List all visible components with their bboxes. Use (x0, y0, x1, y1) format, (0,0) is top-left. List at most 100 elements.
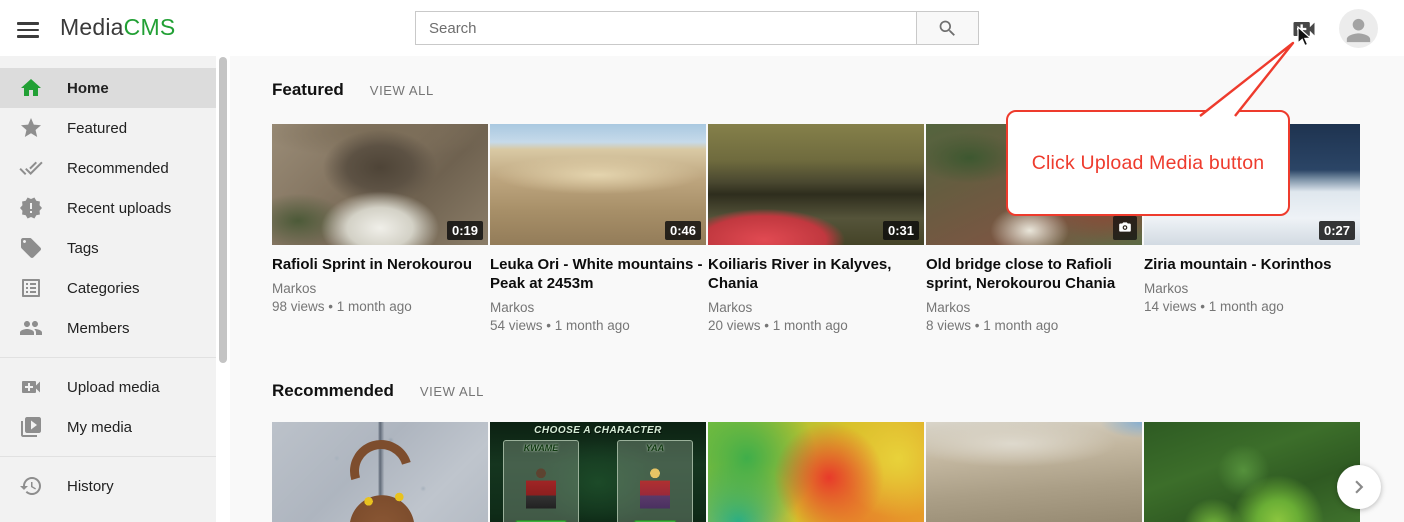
video-author: Markos (926, 299, 1142, 317)
search-icon (937, 18, 958, 39)
duration-badge: 0:46 (665, 221, 701, 240)
video-title[interactable]: Leuka Ori - White mountains - Peak at 24… (490, 255, 706, 293)
game-character-panel: KWAME Selected (503, 440, 579, 522)
video-thumbnail[interactable]: 0:19 (272, 124, 488, 245)
recommended-section-header: Recommended VIEW ALL (272, 381, 484, 401)
video-card[interactable] (926, 422, 1142, 522)
tag-icon (19, 236, 43, 260)
video-card[interactable] (272, 422, 488, 522)
search-bar (415, 11, 979, 45)
sidebar: Home Featured Recommended Recent uploads… (0, 56, 216, 522)
duration-badge: 0:27 (1319, 221, 1355, 240)
game-character-name: YAA (618, 443, 692, 453)
sidebar-item-label: Members (67, 320, 130, 337)
search-button[interactable] (916, 11, 979, 45)
new-releases-icon (19, 196, 43, 220)
video-info: Leuka Ori - White mountains - Peak at 24… (490, 255, 706, 335)
video-meta: 98 views • 1 month ago (272, 298, 488, 316)
mouse-cursor (1297, 26, 1314, 49)
featured-section-header: Featured VIEW ALL (272, 80, 434, 100)
callout-tooltip: Click Upload Media button (1006, 110, 1290, 216)
video-card[interactable]: 0:19 Rafioli Sprint in Nerokourou Markos… (272, 124, 488, 335)
video-meta: 20 views • 1 month ago (708, 317, 924, 335)
sidebar-item-recommended[interactable]: Recommended (0, 148, 216, 188)
video-card[interactable] (1144, 422, 1360, 522)
sidebar-item-label: Home (67, 80, 109, 97)
video-meta: 8 views • 1 month ago (926, 317, 1142, 335)
chevron-right-icon (1346, 474, 1372, 500)
recommended-cards-row: CHOOSE A CHARACTER KWAME Selected YAA Se… (272, 422, 1360, 522)
logo-cms-text: CMS (124, 14, 176, 40)
logo[interactable]: MediaCMS (60, 14, 175, 41)
video-title[interactable]: Rafioli Sprint in Nerokourou (272, 255, 488, 274)
sidebar-item-recent-uploads[interactable]: Recent uploads (0, 188, 216, 228)
duration-badge: 0:31 (883, 221, 919, 240)
video-library-icon (19, 415, 43, 439)
view-all-link[interactable]: VIEW ALL (370, 83, 434, 98)
video-author: Markos (708, 299, 924, 317)
video-thumbnail[interactable] (1144, 422, 1360, 522)
video-title[interactable]: Koiliaris River in Kalyves, Chania (708, 255, 924, 293)
sidebar-item-history[interactable]: History (0, 466, 216, 506)
user-avatar[interactable] (1339, 9, 1378, 48)
sidebar-item-label: My media (67, 419, 132, 436)
sidebar-divider (0, 357, 216, 358)
section-title: Recommended (272, 381, 394, 401)
done-all-icon (19, 156, 43, 180)
video-author: Markos (1144, 280, 1360, 298)
sidebar-item-label: Tags (67, 240, 99, 257)
search-input[interactable] (415, 11, 917, 45)
video-card[interactable] (708, 422, 924, 522)
video-info: Ziria mountain - Korinthos Markos 14 vie… (1144, 255, 1360, 316)
game-character-art (640, 465, 670, 509)
history-icon (19, 474, 43, 498)
video-card[interactable]: 0:46 Leuka Ori - White mountains - Peak … (490, 124, 706, 335)
game-overlay-title: CHOOSE A CHARACTER (490, 425, 706, 436)
video-thumbnail[interactable]: 0:31 (708, 124, 924, 245)
video-thumbnail[interactable] (272, 422, 488, 522)
sidebar-item-my-media[interactable]: My media (0, 407, 216, 447)
sidebar-item-upload-media[interactable]: Upload media (0, 367, 216, 407)
game-character-name: KWAME (504, 443, 578, 453)
sidebar-scrollbar-track (216, 56, 230, 522)
duration-badge: 0:19 (447, 221, 483, 240)
video-title[interactable]: Ziria mountain - Korinthos (1144, 255, 1360, 274)
video-card[interactable]: 0:31 Koiliaris River in Kalyves, Chania … (708, 124, 924, 335)
game-character-art (526, 465, 556, 509)
video-thumbnail[interactable] (926, 422, 1142, 522)
video-card[interactable]: CHOOSE A CHARACTER KWAME Selected YAA Se… (490, 422, 706, 522)
mediacms-app: MediaCMS Home Featured Recommended (0, 0, 1404, 522)
upload-media-icon (19, 375, 43, 399)
sidebar-scrollbar-thumb[interactable] (219, 57, 227, 363)
sidebar-item-tags[interactable]: Tags (0, 228, 216, 268)
section-title: Featured (272, 80, 344, 100)
hamburger-icon (17, 22, 39, 25)
sidebar-item-members[interactable]: Members (0, 308, 216, 348)
logo-media-text: Media (60, 14, 124, 40)
menu-toggle-button[interactable] (14, 14, 44, 42)
sidebar-item-home[interactable]: Home (0, 68, 216, 108)
home-icon (19, 76, 43, 100)
sidebar-item-label: Recommended (67, 160, 169, 177)
people-icon (19, 316, 43, 340)
video-info: Rafioli Sprint in Nerokourou Markos 98 v… (272, 255, 488, 316)
video-author: Markos (490, 299, 706, 317)
video-thumbnail[interactable]: CHOOSE A CHARACTER KWAME Selected YAA Se… (490, 422, 706, 522)
callout-arrow (1178, 32, 1308, 118)
game-character-panel: YAA Select (617, 440, 693, 522)
view-all-link[interactable]: VIEW ALL (420, 384, 484, 399)
sidebar-item-label: History (67, 478, 114, 495)
video-thumbnail[interactable]: 0:46 (490, 124, 706, 245)
carousel-next-button[interactable] (1337, 465, 1381, 509)
video-title[interactable]: Old bridge close to Rafioli sprint, Nero… (926, 255, 1142, 293)
video-info: Koiliaris River in Kalyves, Chania Marko… (708, 255, 924, 335)
sidebar-item-featured[interactable]: Featured (0, 108, 216, 148)
sidebar-item-label: Upload media (67, 379, 160, 396)
video-thumbnail[interactable] (708, 422, 924, 522)
video-author: Markos (272, 280, 488, 298)
sidebar-divider (0, 456, 216, 457)
sidebar-item-categories[interactable]: Categories (0, 268, 216, 308)
sidebar-item-label: Categories (67, 280, 140, 297)
person-icon (1341, 13, 1376, 48)
callout-text: Click Upload Media button (1032, 152, 1265, 175)
